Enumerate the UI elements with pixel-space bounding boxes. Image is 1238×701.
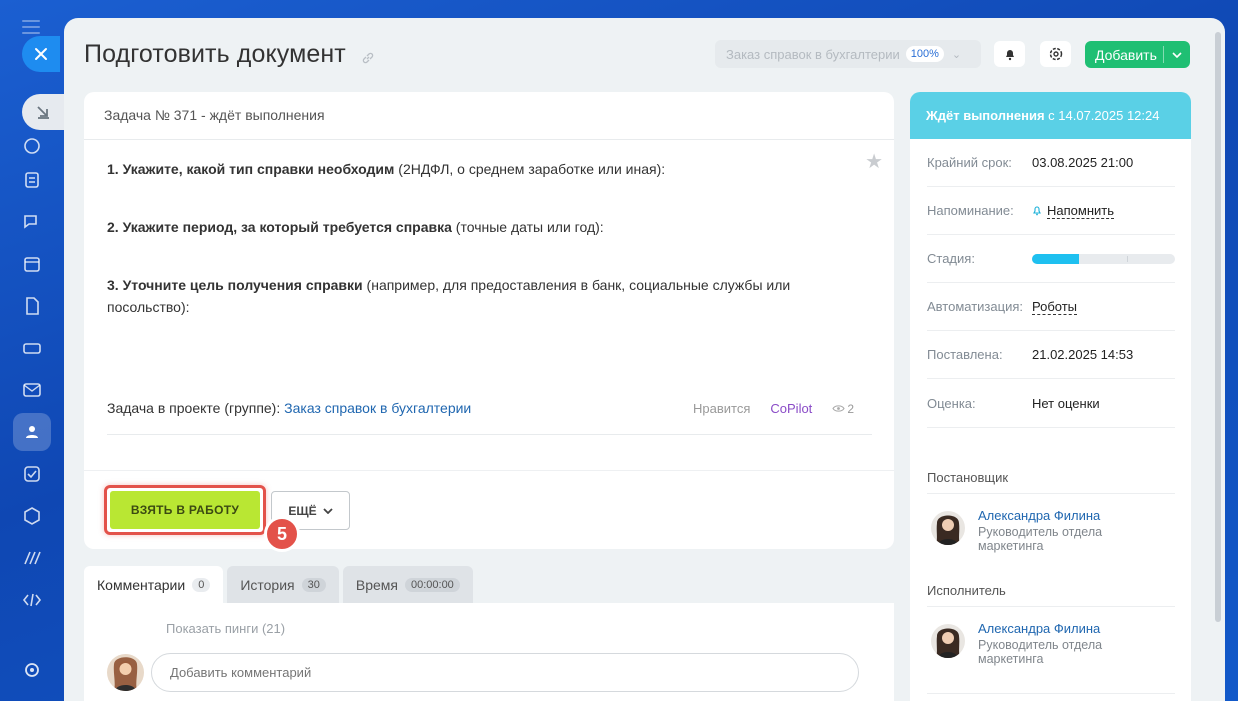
description-item-1: 1. Укажите, какой тип справки необходим …	[107, 161, 666, 177]
eye-icon	[832, 405, 845, 412]
bell-icon	[1033, 206, 1041, 216]
tab-history[interactable]: История 30	[227, 566, 339, 603]
reminder-row: Напоминание: Напомнить	[927, 187, 1175, 235]
code-icon[interactable]	[20, 588, 44, 612]
feed-icon[interactable]	[20, 134, 44, 158]
bell-icon	[1005, 50, 1014, 61]
chat-icon[interactable]	[20, 210, 44, 234]
box-icon[interactable]	[20, 504, 44, 528]
stage-progress-fill	[1032, 253, 1080, 264]
avatar	[107, 654, 144, 691]
creator-name[interactable]: Александра Филина	[978, 508, 1128, 523]
deadline-row[interactable]: Крайний срок: 03.08.2025 21:00	[927, 139, 1175, 187]
checkbox-icon[interactable]	[20, 462, 44, 486]
reminder-link[interactable]: Напомнить	[1032, 203, 1114, 219]
stage-progress[interactable]	[1032, 253, 1175, 264]
comment-input[interactable]	[151, 653, 859, 692]
created-row: Поставлена: 21.02.2025 14:53	[927, 331, 1175, 379]
task-card: Задача № 371 - ждёт выполнения ★ 1. Укаж…	[84, 92, 894, 552]
created-value: 21.02.2025 14:53	[1032, 347, 1134, 362]
team-icon[interactable]	[13, 413, 51, 451]
mail-icon[interactable]	[20, 378, 44, 402]
collapse-button[interactable]	[22, 94, 64, 130]
take-button-highlight: ВЗЯТЬ В РАБОТУ	[104, 485, 266, 535]
tasks-list-icon[interactable]	[20, 168, 44, 192]
like-link[interactable]: Нравится	[693, 401, 750, 416]
settings-gear-icon[interactable]	[20, 658, 44, 682]
notifications-button[interactable]	[994, 41, 1025, 67]
creator-title: Постановщик	[927, 470, 1009, 485]
avatar	[931, 511, 965, 545]
take-to-work-button[interactable]: ВЗЯТЬ В РАБОТУ	[110, 491, 260, 529]
deadline-value[interactable]: 03.08.2025 21:00	[1032, 155, 1133, 170]
calendar-icon[interactable]	[20, 252, 44, 276]
add-button-label: Добавить	[1095, 46, 1157, 63]
automation-row: Автоматизация: Роботы	[927, 283, 1175, 331]
step-badge: 5	[264, 516, 300, 552]
avatar	[931, 624, 965, 658]
task-meta: Нравится CoPilot 2	[693, 401, 854, 416]
tab-comments[interactable]: Комментарии 0	[84, 566, 224, 603]
project-label: Задача в проекте (группе):	[107, 400, 281, 416]
creator-card: Александра Филина Руководитель отдела ма…	[931, 508, 1128, 553]
assignee-card: Александра Филина Руководитель отдела ма…	[931, 621, 1128, 666]
menu-icon[interactable]	[22, 20, 40, 34]
add-button[interactable]: Добавить	[1085, 41, 1190, 68]
description-item-2: 2. Укажите период, за который требуется …	[107, 219, 604, 235]
project-select-label: Заказ справок в бухгалтерии	[726, 46, 900, 62]
document-icon[interactable]	[20, 294, 44, 318]
left-rail	[0, 0, 64, 701]
settings-button[interactable]	[1040, 41, 1071, 67]
show-pings-link[interactable]: Показать пинги (21)	[166, 621, 285, 636]
tab-time[interactable]: Время 00:00:00	[342, 566, 473, 603]
automation-link[interactable]: Роботы	[1032, 299, 1078, 315]
chevron-down-icon[interactable]	[1164, 51, 1190, 58]
task-sidebar: Ждёт выполнения с 14.07.2025 12:24 Крайн…	[910, 92, 1191, 701]
rating-row: Оценка: Нет оценки	[927, 380, 1175, 428]
chevron-down-icon: ⌄	[951, 48, 962, 61]
project-select[interactable]: Заказ справок в бухгалтерии 100% ⌄	[715, 40, 981, 68]
project-line: Задача в проекте (группе): Заказ справок…	[107, 400, 471, 416]
views-counter: 2	[832, 402, 854, 416]
link-icon[interactable]	[361, 51, 375, 65]
page-title: Подготовить документ	[84, 40, 346, 68]
assignee-name[interactable]: Александра Филина	[978, 621, 1128, 636]
tabs: Комментарии 0 История 30 Время 00:00:00	[84, 566, 473, 603]
rating-value[interactable]: Нет оценки	[1032, 396, 1100, 411]
author-name[interactable]: CoPilot	[770, 401, 812, 416]
project-percent-badge: 100%	[905, 46, 944, 62]
stage-row: Стадия:	[927, 235, 1175, 283]
task-description: 1. Укажите, какой тип справки необходим …	[107, 158, 867, 354]
creator-role: Руководитель отдела маркетинга	[978, 525, 1103, 553]
comments-section: Показать пинги (21)	[84, 603, 894, 701]
sites-icon[interactable]	[20, 546, 44, 570]
task-panel: Подготовить документ Заказ справок в бух…	[64, 18, 1225, 701]
project-link[interactable]: Заказ справок в бухгалтерии	[284, 400, 471, 416]
description-item-3: 3. Уточните цель получения справки (напр…	[107, 277, 791, 315]
crm-icon[interactable]	[20, 336, 44, 360]
task-header: Задача № 371 - ждёт выполнения	[84, 92, 894, 140]
assignee-title: Исполнитель	[927, 583, 1006, 598]
status-badge: Ждёт выполнения с 14.07.2025 12:24	[910, 92, 1191, 139]
chevron-down-icon	[322, 507, 333, 514]
close-button[interactable]	[22, 36, 60, 72]
scrollbar[interactable]	[1215, 32, 1221, 622]
gear-icon	[1049, 47, 1062, 61]
arrow-down-right-icon	[37, 106, 49, 119]
star-icon[interactable]: ★	[865, 149, 883, 174]
more-button-label: ЕЩЁ	[288, 503, 317, 518]
assignee-role: Руководитель отдела маркетинга	[978, 638, 1103, 666]
close-icon	[35, 48, 47, 60]
